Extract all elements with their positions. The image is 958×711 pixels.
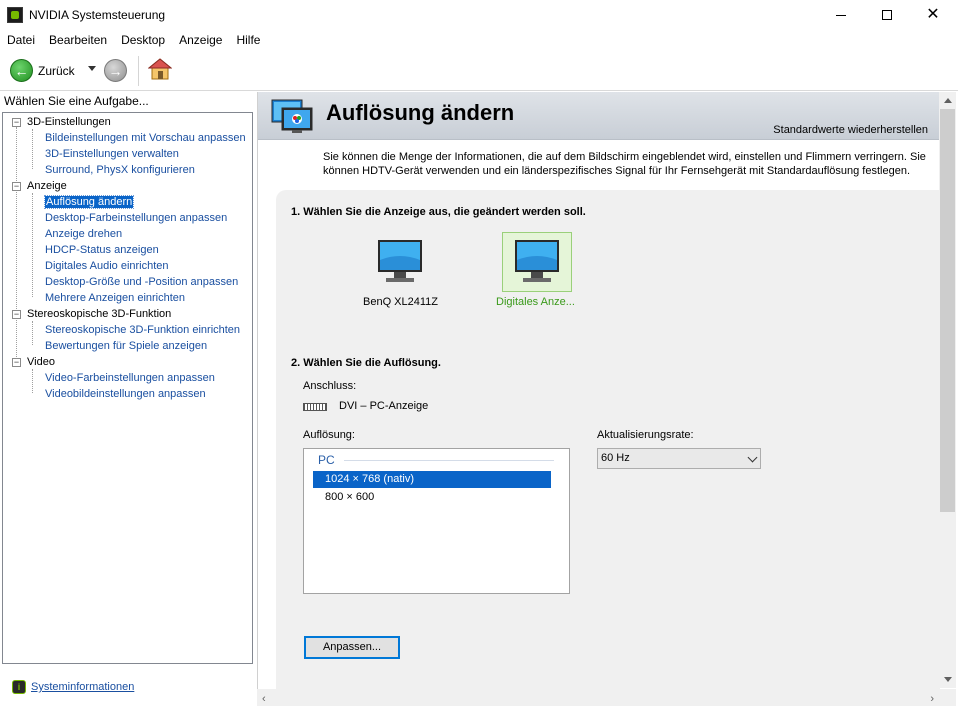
collapse-stereo-icon[interactable]: − (12, 310, 21, 319)
scroll-right-icon[interactable]: › (930, 693, 934, 705)
resolution-option-1024x768[interactable]: 1024 × 768 (nativ) (313, 471, 551, 488)
display-card-benq[interactable] (365, 232, 435, 292)
resolution-label: Auflösung: (303, 429, 355, 441)
restore-defaults-link[interactable]: Standardwerte wiederherstellen (773, 124, 928, 136)
step1-title: 1. Wählen Sie die Anzeige aus, die geänd… (291, 206, 586, 218)
collapse-anzeige-icon[interactable]: − (12, 182, 21, 191)
resolution-option-800x600[interactable]: 800 × 600 (313, 489, 551, 506)
close-button[interactable]: ✕ (910, 0, 956, 30)
menu-bar: Datei Bearbeiten Desktop Anzeige Hilfe (0, 30, 958, 50)
back-label: Zurück (38, 63, 75, 78)
display-card-digital[interactable] (502, 232, 572, 292)
home-icon[interactable] (148, 57, 172, 81)
scroll-corner (939, 689, 956, 706)
chevron-down-icon (747, 452, 758, 463)
vertical-scrollbar[interactable] (939, 92, 956, 688)
scroll-up-icon[interactable] (944, 98, 952, 103)
tree-item-video-farbe[interactable]: Video-Farbeinstellungen anpassen (45, 372, 215, 384)
toolbar-separator (138, 56, 139, 86)
refresh-rate-label: Aktualisierungsrate: (597, 429, 694, 441)
main-panel: Auflösung ändern Standardwerte wiederher… (257, 92, 956, 706)
scroll-thumb[interactable] (940, 109, 955, 512)
monitor-icon (378, 240, 422, 282)
tree-item-stereo-einrichten[interactable]: Stereoskopische 3D-Funktion einrichten (45, 324, 240, 336)
tree-category-anzeige[interactable]: Anzeige (27, 180, 67, 192)
tree-line (32, 321, 33, 345)
task-tree: − − − − 3D-Einstellungen Bildeinstellung… (2, 112, 253, 664)
page-title: Auflösung ändern (326, 100, 515, 125)
connection-value: DVI – PC-Anzeige (339, 400, 429, 412)
tree-line (32, 369, 33, 393)
system-info-link[interactable]: Systeminformationen (31, 681, 134, 693)
menu-desktop[interactable]: Desktop (114, 33, 172, 47)
dvi-connector-icon (303, 403, 327, 411)
tree-item-mehrere-anzeigen[interactable]: Mehrere Anzeigen einrichten (45, 292, 185, 304)
window-title: NVIDIA Systemsteuerung (29, 8, 166, 22)
tree-item-anzeige-drehen[interactable]: Anzeige drehen (45, 228, 122, 240)
tree-category-3d[interactable]: 3D-Einstellungen (27, 116, 111, 128)
tree-item-3d-verwalten[interactable]: 3D-Einstellungen verwalten (45, 148, 179, 160)
tree-line (16, 127, 17, 367)
toolbar: ← Zurück (0, 51, 958, 91)
scroll-thumb-horizontal[interactable] (274, 690, 922, 705)
task-panel-header: Wählen Sie eine Aufgabe... (4, 94, 149, 108)
tree-item-desktop-farbe[interactable]: Desktop-Farbeinstellungen anpassen (45, 212, 227, 224)
page-description: Sie können die Menge der Informationen, … (323, 151, 926, 177)
tree-item-videobild[interactable]: Videobildeinstellungen anpassen (45, 388, 206, 400)
refresh-rate-select[interactable]: 60 Hz (597, 448, 761, 469)
tree-line (32, 193, 33, 297)
tree-category-video[interactable]: Video (27, 356, 55, 368)
tree-item-aufloesung-aendern[interactable]: Auflösung ändern (43, 195, 135, 209)
tree-line (32, 129, 33, 169)
group-divider (344, 460, 554, 461)
back-arrow-icon: ← (10, 59, 33, 82)
minimize-icon (836, 14, 846, 16)
resolution-page-icon (271, 99, 313, 133)
menu-hilfe[interactable]: Hilfe (229, 33, 267, 47)
forward-button[interactable]: → (104, 59, 127, 82)
display-label-benq: BenQ XL2411Z (363, 296, 439, 308)
close-icon: ✕ (926, 6, 940, 23)
system-info-icon: i (12, 680, 26, 694)
collapse-video-icon[interactable]: − (12, 358, 21, 367)
title-bar: NVIDIA Systemsteuerung (0, 0, 958, 30)
menu-datei[interactable]: Datei (0, 33, 42, 47)
tree-category-stereo[interactable]: Stereoskopische 3D-Funktion (27, 308, 171, 320)
resolution-listbox[interactable]: PC 1024 × 768 (nativ) 800 × 600 (303, 448, 570, 594)
system-info[interactable]: i Systeminformationen (12, 680, 134, 694)
scroll-left-icon[interactable]: ‹ (262, 693, 266, 705)
collapse-3d-icon[interactable]: − (12, 118, 21, 127)
display-label-digital: Digitales Anze... (496, 296, 575, 308)
settings-area: 1. Wählen Sie die Anzeige aus, die geänd… (276, 190, 940, 690)
maximize-icon (882, 10, 892, 20)
menu-bearbeiten[interactable]: Bearbeiten (42, 33, 114, 47)
menu-anzeige[interactable]: Anzeige (172, 33, 229, 47)
minimize-button[interactable] (818, 0, 864, 30)
step2-title: 2. Wählen Sie die Auflösung. (291, 357, 441, 369)
tree-item-bildeinstellungen[interactable]: Bildeinstellungen mit Vorschau anpassen (45, 132, 246, 144)
refresh-rate-value: 60 Hz (601, 452, 630, 464)
page-header: Auflösung ändern Standardwerte wiederher… (258, 92, 940, 140)
resolution-group-pc: PC (318, 453, 335, 467)
connection-label: Anschluss: (303, 380, 357, 392)
tree-item-digitales-audio[interactable]: Digitales Audio einrichten (45, 260, 169, 272)
scroll-down-icon[interactable] (944, 677, 952, 682)
horizontal-scrollbar[interactable]: ‹ › (257, 689, 939, 706)
monitor-icon (515, 240, 559, 282)
tree-item-desktop-groesse[interactable]: Desktop-Größe und -Position anpassen (45, 276, 238, 288)
history-dropdown-icon[interactable] (88, 66, 96, 71)
tree-item-surround-physx[interactable]: Surround, PhysX konfigurieren (45, 164, 195, 176)
nvidia-app-icon (7, 7, 23, 23)
customize-button[interactable]: Anpassen... (304, 636, 400, 659)
maximize-button[interactable] (864, 0, 910, 30)
back-button[interactable]: ← Zurück (10, 59, 75, 82)
tree-item-spielebewertungen[interactable]: Bewertungen für Spiele anzeigen (45, 340, 207, 352)
tree-item-hdcp-status[interactable]: HDCP-Status anzeigen (45, 244, 159, 256)
